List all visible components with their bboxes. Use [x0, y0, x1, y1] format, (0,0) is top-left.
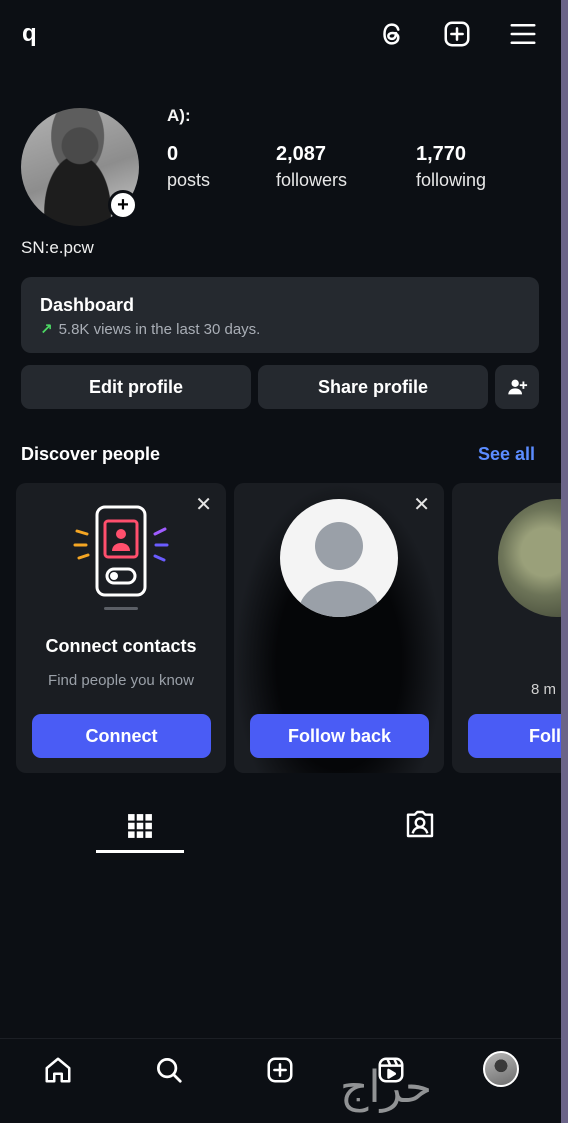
dashboard-title: Dashboard	[40, 295, 135, 315]
display-name: A):	[167, 106, 191, 125]
suggested-user-card: 8 m Follow	[452, 483, 561, 773]
tab-posts-grid[interactable]	[96, 800, 184, 852]
trend-up-icon: ↗	[40, 321, 53, 338]
posts-count: 0	[167, 143, 179, 165]
tagged-icon	[406, 810, 434, 838]
see-all-link[interactable]: See all	[478, 444, 535, 465]
threads-icon[interactable]	[374, 16, 410, 52]
create-icon[interactable]	[260, 1050, 300, 1090]
follow-button[interactable]: Follow	[468, 714, 561, 758]
phone-contacts-icon	[73, 505, 169, 610]
card-title: Connect contacts	[45, 636, 197, 656]
followers-stat[interactable]: 2,087 followers	[276, 143, 347, 191]
dashboard-subtitle: 5.8K views in the last 30 days.	[58, 320, 261, 338]
add-story-icon[interactable]: +	[108, 190, 138, 220]
bio-text: SN:e.pcw	[21, 238, 94, 257]
dashboard-subtitle-row: ↗ 5.8K views in the last 30 days.	[40, 320, 520, 339]
home-icon[interactable]	[38, 1050, 78, 1090]
suggested-user-avatar	[498, 499, 561, 617]
watermark-logo: حراج	[340, 1062, 433, 1113]
dashboard-card[interactable]: Dashboard ↗ 5.8K views in the last 30 da…	[21, 277, 539, 353]
posts-stat[interactable]: 0 posts	[167, 143, 210, 191]
connect-button[interactable]: Connect	[32, 714, 211, 758]
followers-count: 2,087	[276, 143, 327, 165]
create-post-icon[interactable]	[439, 16, 475, 52]
connect-contacts-card: ✕ Connect contacts Find people you know …	[16, 483, 226, 773]
close-icon[interactable]: ✕	[195, 495, 212, 515]
following-stat[interactable]: 1,770 following	[416, 143, 486, 191]
search-icon[interactable]	[149, 1050, 189, 1090]
card-meta: 8 m	[531, 681, 557, 698]
tab-tagged[interactable]	[396, 800, 444, 848]
discover-title: Discover people	[21, 444, 161, 464]
profile-tab-avatar[interactable]	[483, 1051, 519, 1087]
grid-icon	[128, 814, 152, 838]
posts-label: posts	[167, 170, 211, 190]
followers-label: followers	[276, 170, 348, 190]
username-title[interactable]: q	[22, 20, 37, 48]
edit-profile-button[interactable]: Edit profile	[21, 365, 251, 409]
default-avatar	[280, 499, 398, 617]
close-icon[interactable]: ✕	[413, 495, 430, 515]
share-profile-button[interactable]: Share profile	[258, 365, 488, 409]
follow-back-button[interactable]: Follow back	[250, 714, 429, 758]
following-label: following	[416, 170, 487, 190]
add-user-icon	[508, 379, 528, 395]
active-tab-indicator	[96, 850, 184, 853]
add-user-button[interactable]	[495, 365, 539, 409]
following-count: 1,770	[416, 143, 467, 165]
card-subtitle: Find people you know	[48, 672, 194, 689]
suggested-user-card: ✕ Follow back	[234, 483, 444, 773]
menu-icon[interactable]	[505, 16, 541, 52]
profile-screen: q + A): 0 posts 2,087 followers 1,770 fo…	[0, 0, 561, 1123]
